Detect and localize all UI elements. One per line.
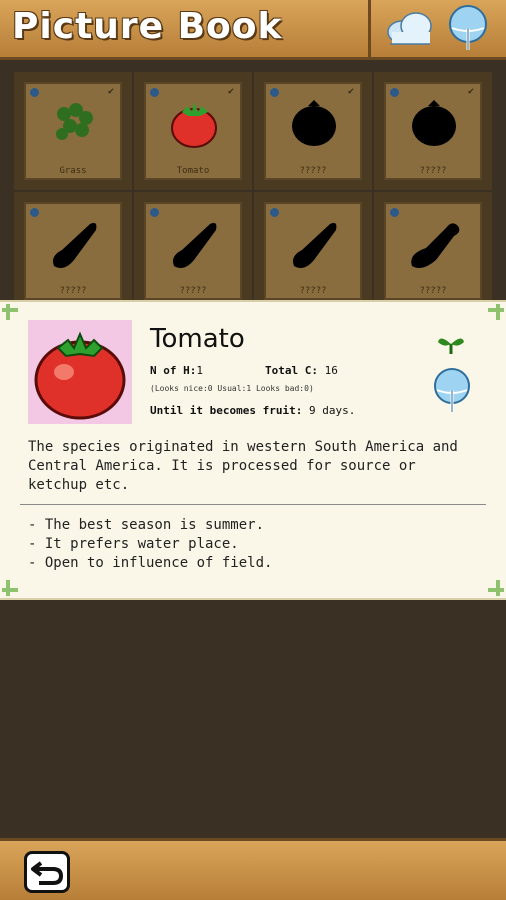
- tip-item: - The best season is summer.: [28, 517, 265, 533]
- page-title: Picture Book: [12, 6, 283, 47]
- plant-name: Tomato: [150, 324, 245, 354]
- status-dot: [270, 208, 279, 217]
- eggplant-icon: [411, 223, 460, 268]
- corner-marker: [488, 304, 504, 320]
- total-count-label: Total C:: [265, 364, 318, 377]
- check-mark: ✔: [227, 86, 234, 97]
- tip-item: - It prefers water place.: [28, 536, 239, 552]
- check-mark: ✔: [347, 86, 354, 97]
- divider: [20, 504, 486, 505]
- plant-cell-frame: ✔?????: [384, 82, 482, 180]
- plant-cell-frame: ?????: [144, 202, 242, 300]
- plant-cell-label: ?????: [179, 286, 207, 296]
- plant-cell[interactable]: ✔?????: [254, 72, 372, 190]
- plant-cell[interactable]: ✔?????: [374, 72, 492, 190]
- plant-description: The species originated in western South …: [28, 439, 458, 493]
- plant-cell-label: ?????: [299, 166, 327, 176]
- fruit-countdown-label: Until it becomes fruit:: [150, 404, 303, 417]
- plant-cell-frame: ?????: [384, 202, 482, 300]
- plant-cell-label: ?????: [419, 166, 447, 176]
- tip-item: - Open to influence of field.: [28, 555, 273, 571]
- corner-marker: [2, 580, 18, 596]
- plant-cell-label: ?????: [299, 286, 327, 296]
- plant-cell-frame: ?????: [24, 202, 122, 300]
- sprout-icon: [438, 338, 464, 354]
- harvest-count-value: 1: [196, 364, 203, 377]
- cucumber-icon: [53, 222, 97, 268]
- umbrella-icon[interactable]: [446, 4, 490, 52]
- plant-cell-frame: ✔?????: [264, 82, 362, 180]
- grass-icon: [56, 103, 93, 140]
- harvest-count: N of H:1: [150, 364, 203, 377]
- plant-cell[interactable]: ✔ Tomato: [134, 72, 252, 190]
- plant-cell-frame: ✔ Grass: [24, 82, 122, 180]
- status-dot: [390, 88, 399, 97]
- plant-cell-label: Tomato: [176, 166, 210, 176]
- plant-cell[interactable]: ?????: [374, 192, 492, 310]
- plant-cell-label: ?????: [59, 286, 87, 296]
- fruit-countdown: Until it becomes fruit: 9 days.: [150, 404, 355, 417]
- corner-marker: [2, 304, 18, 320]
- plant-cell[interactable]: ✔ Grass: [14, 72, 132, 190]
- water-preference-icon: [434, 368, 470, 412]
- status-dot: [30, 208, 39, 217]
- harvest-count-label: N of H:: [150, 364, 197, 377]
- cucumber-icon: [173, 222, 217, 268]
- total-count-value: 16: [324, 364, 338, 377]
- plant-cell[interactable]: ?????: [14, 192, 132, 310]
- header-divider: [368, 0, 371, 57]
- tomato-icon: [171, 102, 217, 148]
- check-mark: ✔: [107, 86, 114, 97]
- plant-cell-frame: ?????: [264, 202, 362, 300]
- plant-cell-label: Grass: [59, 166, 87, 176]
- status-dot: [270, 88, 279, 97]
- plant-cell-frame: ✔ Tomato: [144, 82, 242, 180]
- status-dot: [390, 208, 399, 217]
- check-mark: ✔: [467, 86, 474, 97]
- cucumber-icon: [293, 222, 337, 268]
- status-dot: [30, 88, 39, 97]
- plant-cell-label: ?????: [419, 286, 447, 296]
- status-dot: [150, 88, 159, 97]
- plant-tips: - The best season is summer. - It prefer…: [28, 516, 478, 573]
- quality-breakdown: (Looks nice:0 Usual:1 Looks bad:0): [150, 384, 314, 393]
- plant-cell[interactable]: ?????: [254, 192, 372, 310]
- cloud-icon[interactable]: [384, 8, 436, 48]
- back-arrow-icon: [31, 861, 63, 885]
- tomato-icon: [34, 331, 126, 420]
- round-icon: [412, 100, 456, 146]
- status-dot: [150, 208, 159, 217]
- plant-detail-panel: Tomato N of H:1 Total C: 16 (Looks nice:…: [0, 300, 506, 600]
- fruit-countdown-value: 9 days.: [308, 404, 356, 417]
- corner-marker: [488, 580, 504, 596]
- back-button[interactable]: [24, 851, 70, 893]
- round-icon: [292, 100, 336, 146]
- plant-thumbnail: [28, 320, 132, 424]
- header-bar: Picture Book: [0, 0, 506, 60]
- total-count: Total C: 16: [265, 364, 338, 377]
- plant-cell[interactable]: ?????: [134, 192, 252, 310]
- footer-bar: [0, 838, 506, 900]
